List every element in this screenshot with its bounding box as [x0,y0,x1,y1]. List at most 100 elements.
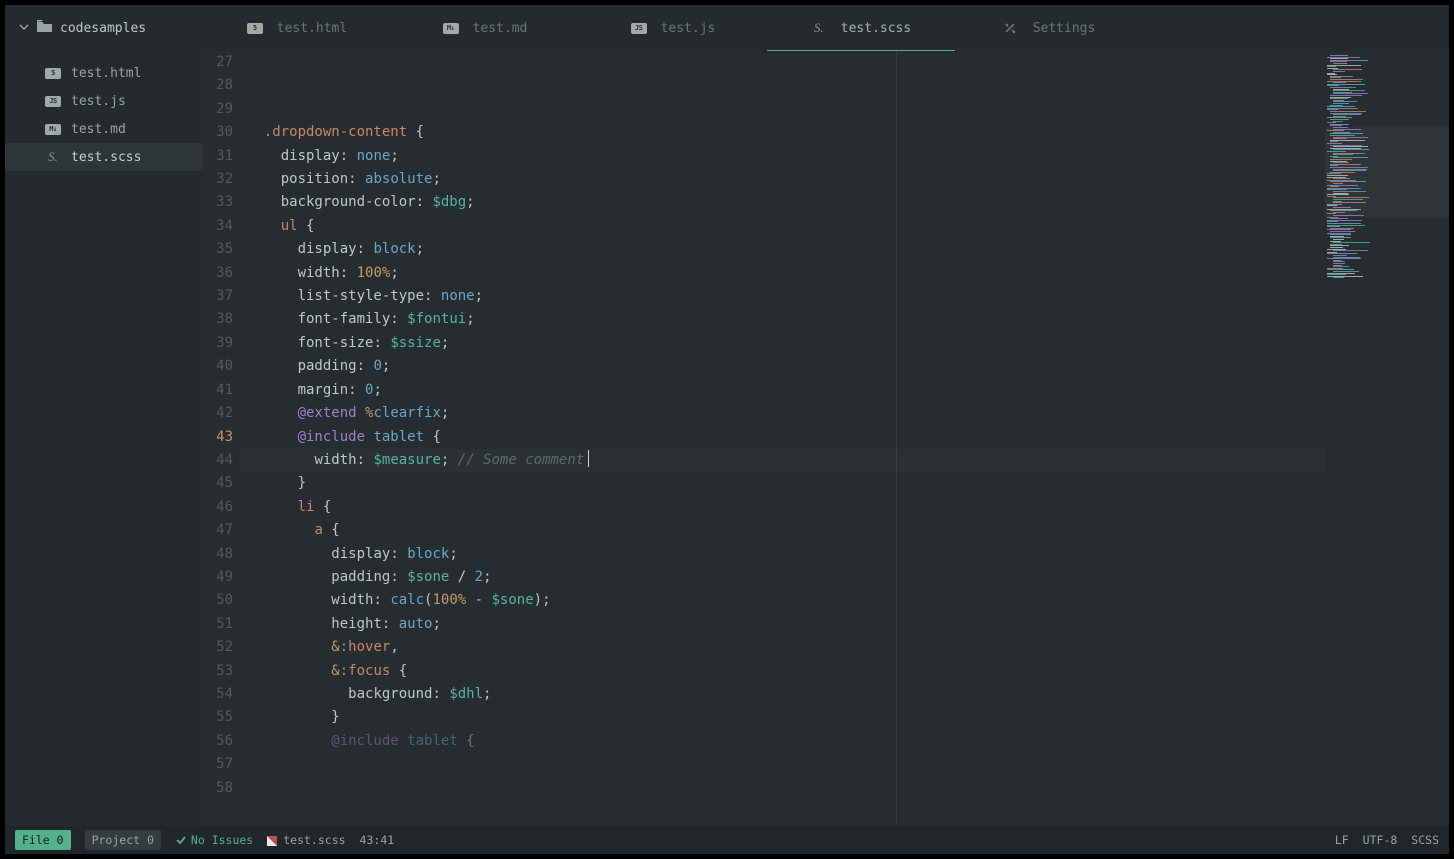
code-line-35[interactable]: list-style-type: none; [239,285,1325,308]
code-line-58[interactable]: @include tablet { [239,730,1325,753]
code-line-43[interactable]: width: $measure; // Some comment [239,449,1325,472]
line-number[interactable]: 31 [203,145,239,168]
tab-bar: 5test.htmlM↓test.mdJStest.jsS.test.scssS… [203,5,1449,51]
project-issues-badge[interactable]: Project 0 [85,830,161,850]
code-line-56[interactable]: } [239,706,1325,729]
project-badge-label: Project [92,833,140,847]
line-number[interactable]: 34 [203,215,239,238]
project-name: codesamples [60,21,146,36]
code-line-40[interactable]: @extend %clearfix; [239,402,1325,425]
code-line-29[interactable]: position: absolute; [239,168,1325,191]
line-number[interactable]: 27 [203,51,239,74]
line-number[interactable]: 42 [203,402,239,425]
line-ending[interactable]: LF [1335,833,1349,847]
tab-Settings[interactable]: Settings [955,5,1143,51]
tab-test-scss[interactable]: S.test.scss [767,5,955,51]
code-line-36[interactable]: font-family: $fontui; [239,308,1325,331]
line-number[interactable]: 39 [203,332,239,355]
line-number[interactable]: 30 [203,121,239,144]
minimap-line [1333,277,1344,278]
line-number[interactable]: 41 [203,379,239,402]
line-number[interactable]: 32 [203,168,239,191]
code-line-30[interactable]: background-color: $dbg; [239,191,1325,214]
cursor-position[interactable]: 43:41 [360,833,395,847]
code-line-38[interactable]: padding: 0; [239,355,1325,378]
line-number[interactable]: 44 [203,449,239,472]
minimap[interactable] [1325,51,1449,826]
tab-test-html[interactable]: 5 test.html [203,5,391,51]
line-number[interactable]: 53 [203,660,239,683]
line-number[interactable]: 48 [203,543,239,566]
code-line-37[interactable]: font-size: $ssize; [239,332,1325,355]
code-line-48[interactable]: display: block; [239,543,1325,566]
code-area[interactable]: .dropdown-content { display: none; posit… [239,51,1325,826]
file-test-html[interactable]: 5test.html [5,59,203,87]
code-line-42[interactable]: @include tablet { [239,426,1325,449]
minimap-line [1333,250,1368,251]
code-line-46[interactable]: li { [239,496,1325,519]
file-type-square-icon [267,835,277,845]
tab-label: Settings [1033,21,1096,36]
line-number[interactable]: 28 [203,74,239,97]
line-number[interactable]: 29 [203,98,239,121]
line-number[interactable]: 52 [203,636,239,659]
line-number[interactable]: 40 [203,355,239,378]
language-mode[interactable]: SCSS [1411,833,1439,847]
editor[interactable]: 2728293031323334353637383940414243444546… [203,51,1449,826]
line-number[interactable]: 35 [203,238,239,261]
code-line-49[interactable]: padding: $sone / 2; [239,566,1325,589]
code-line-55[interactable]: background: $dhl; [239,683,1325,706]
code-line-44[interactable]: } [239,472,1325,495]
project-header[interactable]: codesamples [5,5,203,51]
code-line-47[interactable]: a { [239,519,1325,542]
code-line-28[interactable]: display: none; [239,145,1325,168]
scss-icon: S. [45,152,61,163]
line-number[interactable]: 47 [203,519,239,542]
status-file-segment[interactable]: test.scss [267,833,345,847]
encoding[interactable]: UTF-8 [1363,833,1398,847]
line-number[interactable]: 38 [203,308,239,331]
code-line-51[interactable]: height: auto; [239,613,1325,636]
line-number[interactable]: 58 [203,777,239,800]
file-label: test.scss [71,150,141,165]
scss-icon: S. [811,20,827,36]
code-line-50[interactable]: width: calc(100% - $sone); [239,589,1325,612]
line-number[interactable]: 46 [203,496,239,519]
tab-test-js[interactable]: JS test.js [579,5,767,51]
line-number[interactable]: 55 [203,706,239,729]
file-test-js[interactable]: JStest.js [5,87,203,115]
code-line-34[interactable]: width: 100%; [239,262,1325,285]
line-number[interactable]: 45 [203,472,239,495]
line-number[interactable]: 33 [203,191,239,214]
line-number[interactable]: 36 [203,262,239,285]
line-number[interactable]: 51 [203,613,239,636]
line-number[interactable]: 56 [203,730,239,753]
code-line-27[interactable]: .dropdown-content { [239,121,1325,144]
code-line-33[interactable]: display: block; [239,238,1325,261]
issues-text: No Issues [191,833,253,847]
js-icon: JS [45,96,61,107]
chevron-down-icon [19,21,29,36]
line-number[interactable]: 37 [203,285,239,308]
line-number[interactable]: 43 [203,426,239,449]
code-line-32[interactable]: ul { [239,215,1325,238]
code-line-54[interactable]: &:focus { [239,660,1325,683]
line-gutter: 2728293031323334353637383940414243444546… [203,51,239,826]
file-test-md[interactable]: M↓test.md [5,115,203,143]
tab-label: test.js [661,21,716,36]
tab-label: test.html [277,21,347,36]
file-issues-badge[interactable]: File 0 [15,830,71,850]
file-test-scss[interactable]: S. test.scss [5,143,203,171]
no-issues-indicator[interactable]: No Issues [175,833,253,847]
line-number[interactable]: 54 [203,683,239,706]
file-label: test.html [71,66,141,81]
project-badge-count: 0 [147,833,154,847]
js-icon: JS [631,20,647,36]
code-line-53[interactable]: &:hover, [239,636,1325,659]
line-number[interactable]: 57 [203,753,239,776]
code-line-39[interactable]: margin: 0; [239,379,1325,402]
html-icon: 5 [247,20,263,36]
line-number[interactable]: 49 [203,566,239,589]
tab-test-md[interactable]: M↓test.md [391,5,579,51]
line-number[interactable]: 50 [203,589,239,612]
